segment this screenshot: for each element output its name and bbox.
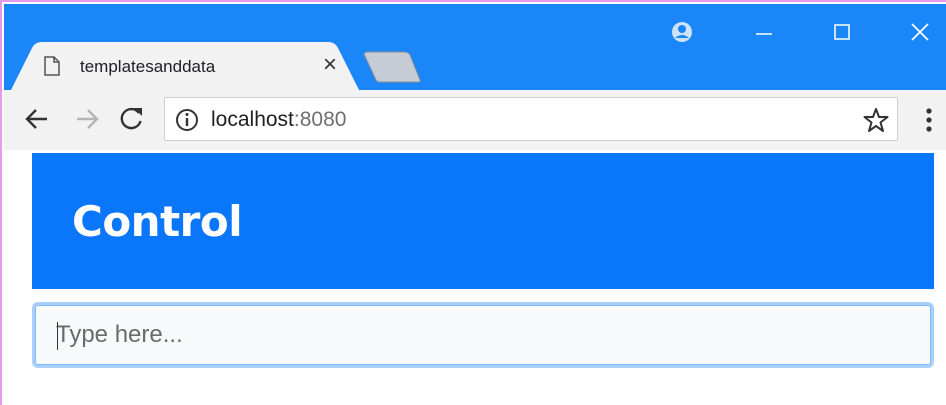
tab-close-icon[interactable]: ×	[318, 53, 342, 77]
address-bar[interactable]: localhost:8080	[164, 97, 898, 141]
new-tab-icon	[363, 51, 421, 83]
text-input[interactable]	[35, 305, 931, 365]
more-vert-icon[interactable]	[924, 106, 934, 134]
tab-templatesanddata[interactable]: templatesanddata ×	[10, 42, 366, 92]
browser-toolbar: localhost:8080	[4, 90, 946, 150]
url-text[interactable]: localhost:8080	[211, 108, 346, 132]
url-port: :8080	[293, 108, 347, 131]
page-title: Control	[72, 197, 243, 246]
profile-icon[interactable]	[662, 14, 702, 50]
page-content: Control	[4, 150, 946, 405]
title-bar: templatesanddata ×	[4, 4, 946, 92]
star-icon[interactable]	[863, 107, 889, 133]
tab-title: templatesanddata	[80, 57, 216, 76]
document-icon	[44, 56, 60, 76]
arrow-left-icon[interactable]	[22, 104, 52, 134]
info-icon[interactable]	[175, 108, 199, 132]
browser-window: templatesanddata × localhost:8080 Contro…	[0, 0, 946, 405]
minimize-icon[interactable]	[744, 14, 784, 50]
arrow-right-icon[interactable]	[72, 104, 102, 134]
url-host: localhost	[211, 108, 294, 131]
new-tab-button[interactable]	[360, 50, 422, 84]
text-caret	[57, 322, 58, 350]
maximize-icon[interactable]	[822, 14, 862, 50]
close-icon[interactable]	[900, 14, 940, 50]
reload-icon[interactable]	[116, 104, 146, 134]
header-banner: Control	[32, 153, 934, 289]
text-input-wrapper	[32, 302, 934, 368]
